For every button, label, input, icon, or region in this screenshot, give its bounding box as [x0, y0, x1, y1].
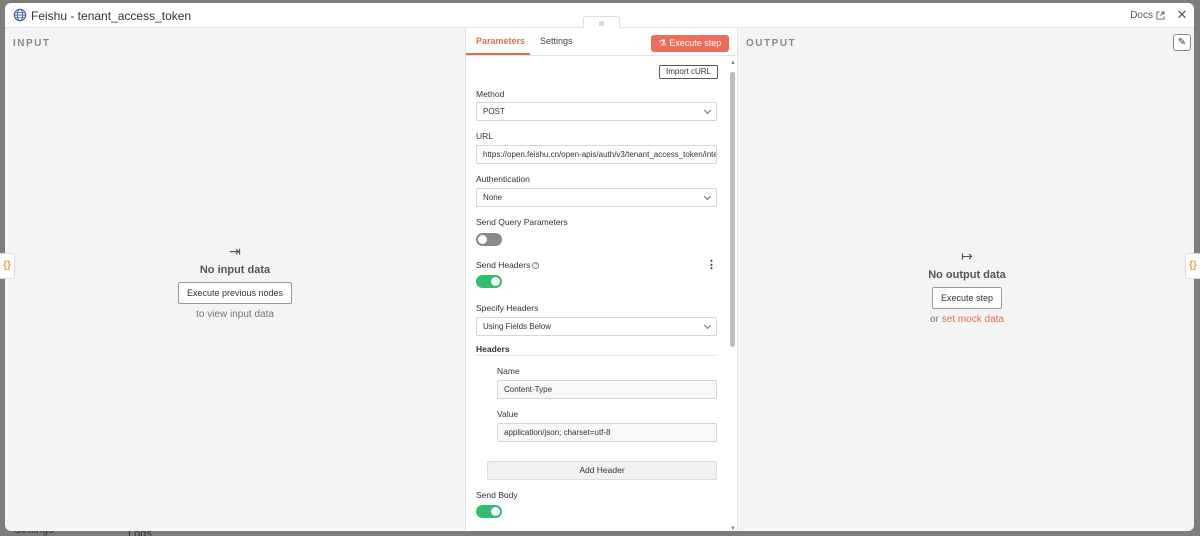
- input-side-tab[interactable]: {}: [0, 253, 15, 279]
- header-name-label: Name: [497, 366, 520, 376]
- node-tabs: Parameters Settings ⚗ Execute step: [466, 28, 737, 56]
- specify-headers-label: Specify Headers: [476, 303, 539, 313]
- execute-step-label: Execute step: [669, 38, 722, 48]
- output-empty-state: ↦ No output data Execute step or set moc…: [907, 248, 1027, 325]
- chevron-down-icon: [703, 192, 712, 201]
- drag-handle-icon: [599, 21, 604, 26]
- headers-divider: [476, 355, 717, 356]
- globe-icon: [13, 8, 27, 22]
- send-query-toggle[interactable]: [476, 233, 502, 246]
- headers-section-title: Headers: [476, 344, 510, 354]
- send-headers-label: Send Headers: [476, 260, 531, 270]
- specify-headers-select[interactable]: Using Fields Below: [476, 317, 717, 336]
- header-value-label: Value: [497, 409, 519, 419]
- chevron-down-icon: [703, 106, 712, 115]
- input-empty-subtext: to view input data: [196, 309, 274, 320]
- url-input[interactable]: https://open.feishu.cn/open-apis/auth/v3…: [476, 145, 717, 164]
- modal-title: Feishu - tenant_access_token: [31, 9, 192, 23]
- arrow-from-left-icon: ↦: [961, 248, 973, 264]
- more-options-icon[interactable]: ⋮: [706, 260, 717, 271]
- header-value-input[interactable]: application/json; charset=utf-8: [497, 423, 717, 442]
- output-side-tab[interactable]: {}: [1185, 253, 1200, 279]
- tab-settings[interactable]: Settings: [540, 36, 573, 46]
- flask-icon: ⚗: [658, 38, 667, 48]
- add-header-button[interactable]: Add Header: [487, 461, 717, 480]
- input-panel-label: INPUT: [13, 38, 51, 49]
- input-empty-title: No input data: [199, 264, 271, 276]
- toggle-knob: [491, 507, 500, 516]
- output-panel-label: OUTPUT: [746, 38, 797, 49]
- scroll-down-icon[interactable]: ▼: [730, 526, 736, 531]
- panel-scrollbar[interactable]: ▲ ▼: [730, 60, 736, 531]
- output-execute-step-button[interactable]: Execute step: [931, 287, 1003, 309]
- scroll-thumb[interactable]: [730, 72, 735, 347]
- docs-link[interactable]: Docs: [1130, 10, 1165, 21]
- external-link-icon: [1156, 11, 1165, 20]
- docs-label: Docs: [1130, 10, 1153, 21]
- input-empty-state: ⇥ No input data Execute previous nodes t…: [175, 243, 295, 320]
- import-curl-button[interactable]: Import cURL: [659, 65, 718, 79]
- output-empty-title: No output data: [928, 269, 1006, 281]
- execute-previous-nodes-button[interactable]: Execute previous nodes: [177, 282, 293, 304]
- help-icon[interactable]: ?: [532, 262, 540, 270]
- close-button[interactable]: ✕: [1174, 7, 1190, 23]
- authentication-select[interactable]: None: [476, 188, 717, 207]
- set-mock-data-link[interactable]: set mock data: [942, 314, 1004, 325]
- method-label: Method: [476, 89, 505, 99]
- header-name-input[interactable]: Content-Type: [497, 380, 717, 399]
- arrow-to-right-icon: ⇥: [229, 243, 241, 259]
- method-select[interactable]: POST: [476, 102, 717, 121]
- send-body-label: Send Body: [476, 490, 518, 500]
- specify-headers-value: Using Fields Below: [483, 322, 552, 331]
- edit-output-button[interactable]: ✎: [1173, 34, 1191, 51]
- output-subtext-prefix: or: [930, 314, 939, 325]
- scroll-up-icon[interactable]: ▲: [730, 60, 736, 66]
- toggle-knob: [491, 277, 500, 286]
- chevron-down-icon: [703, 321, 712, 330]
- active-tab-indicator: [466, 53, 530, 55]
- authentication-value: None: [483, 193, 503, 202]
- method-value: POST: [483, 107, 505, 116]
- send-headers-label-row: Send Headers?: [476, 260, 540, 270]
- node-details-modal: Feishu - tenant_access_token Docs ✕ INPU…: [5, 3, 1194, 531]
- execute-step-button[interactable]: ⚗ Execute step: [651, 35, 729, 52]
- toggle-knob: [478, 235, 487, 244]
- output-empty-subtext: or set mock data: [907, 314, 1027, 325]
- url-label: URL: [476, 131, 494, 141]
- authentication-label: Authentication: [476, 174, 530, 184]
- node-parameters-panel: Parameters Settings ⚗ Execute step Impor…: [465, 28, 738, 531]
- send-body-toggle[interactable]: [476, 505, 502, 518]
- tab-parameters[interactable]: Parameters: [476, 36, 525, 46]
- send-query-label: Send Query Parameters: [476, 217, 568, 227]
- pencil-icon: ✎: [1177, 37, 1187, 48]
- send-headers-toggle[interactable]: [476, 275, 502, 288]
